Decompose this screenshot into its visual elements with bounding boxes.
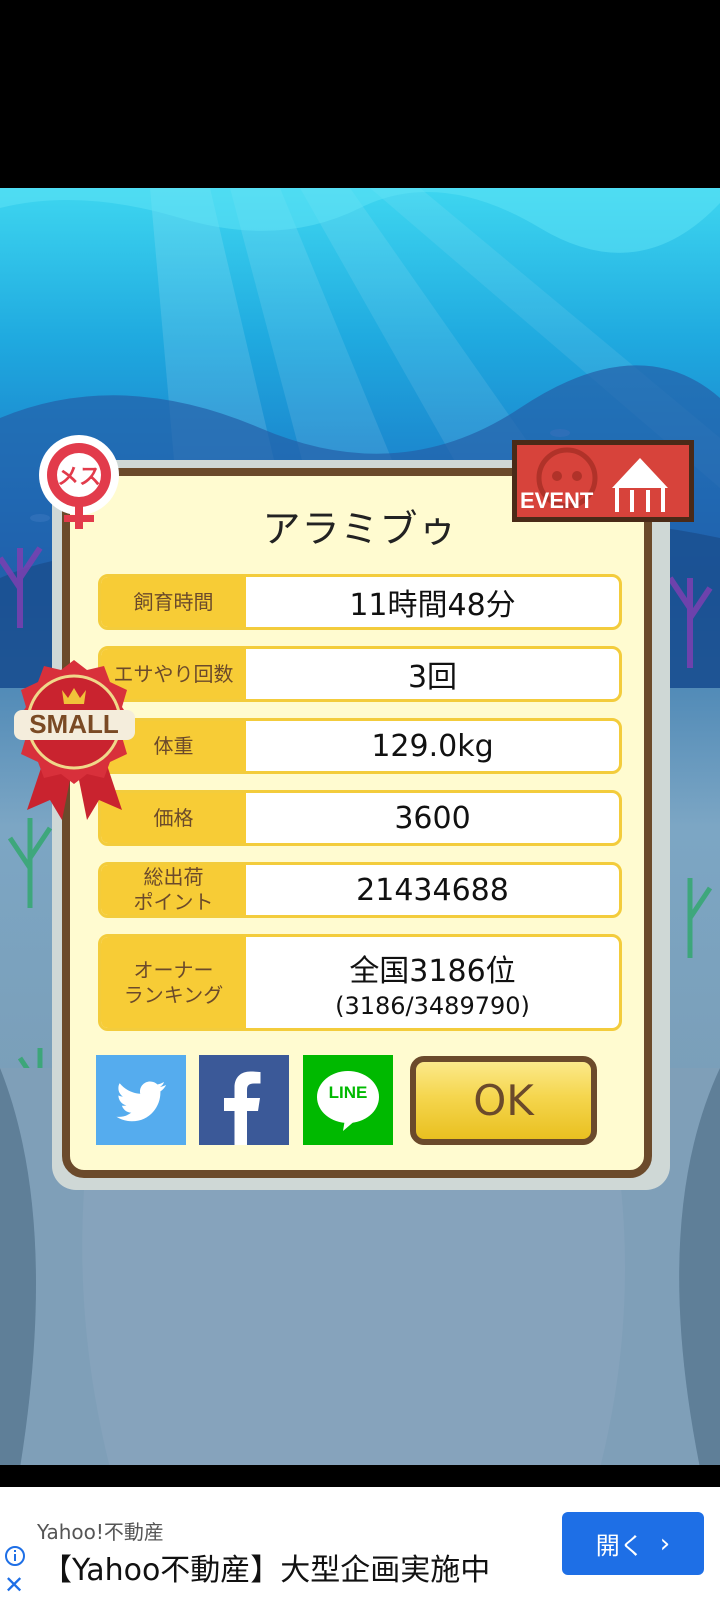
stat-value: 3600 <box>394 800 471 836</box>
line-label: LINE <box>328 1083 368 1102</box>
ad-open-label: 開く <box>595 1532 644 1560</box>
stat-value: 21434688 <box>356 872 509 908</box>
ok-button[interactable]: OK <box>410 1056 597 1145</box>
ad-sponsor: Yahoo!不動産 <box>37 1520 164 1544</box>
twitter-share-button[interactable] <box>96 1055 186 1145</box>
gender-label: メス <box>57 465 101 490</box>
ranking-detail: (3186/3489790) <box>335 991 530 1020</box>
stat-row-price: 価格 3600 <box>98 790 622 846</box>
stat-row-owner-ranking: オーナー ランキング 全国3186位 (3186/3489790) <box>98 934 622 1031</box>
size-ribbon-badge: SMALL <box>14 660 135 820</box>
ranking-value: 全国3186位 <box>349 953 516 989</box>
stat-label: 総出荷 ポイント <box>101 865 246 915</box>
facebook-share-button[interactable] <box>199 1055 289 1145</box>
stat-row-feed-count: エサやり回数 3回 <box>98 646 622 702</box>
stat-value: 11時間48分 <box>349 588 516 623</box>
stat-value: 129.0kg <box>371 728 494 764</box>
twitter-bird-icon <box>116 1081 166 1122</box>
event-label: EVENT <box>520 488 594 513</box>
stat-label: オーナー ランキング <box>101 937 246 1028</box>
stat-value: 3回 <box>407 660 458 695</box>
stat-row-weight: 体重 129.0kg <box>98 718 622 774</box>
stat-value-group: 全国3186位 (3186/3489790) <box>246 937 619 1028</box>
stat-label: 飼育時間 <box>101 577 246 627</box>
ad-close-icon[interactable]: ✕ <box>4 1573 24 1597</box>
chevron-right-icon: › <box>659 1528 671 1559</box>
ad-info-icon[interactable] <box>4 1545 26 1567</box>
stat-row-rearing-time: 飼育時間 11時間48分 <box>98 574 622 630</box>
line-share-button[interactable]: LINE <box>303 1055 393 1145</box>
ad-title[interactable]: 【Yahoo不動産】大型企画実施中 <box>42 1545 490 1589</box>
size-label: SMALL <box>29 709 119 739</box>
stat-row-shipping-points: 総出荷 ポイント 21434688 <box>98 862 622 918</box>
event-badge: EVENT <box>512 440 694 522</box>
ad-open-button[interactable]: 開く › <box>562 1512 704 1575</box>
female-gender-badge: メス <box>39 435 119 529</box>
facebook-f-icon <box>224 1071 261 1145</box>
